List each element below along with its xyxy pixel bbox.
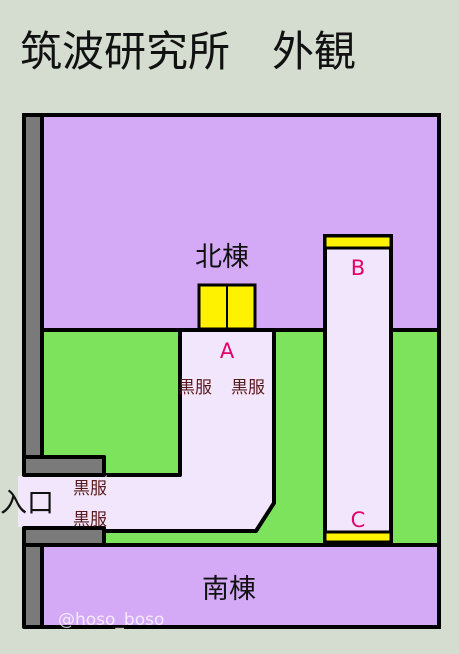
watermark: @hoso_boso xyxy=(58,610,164,630)
door-b xyxy=(323,234,393,250)
bc-corridor xyxy=(323,234,393,544)
entrance-label: 入口 xyxy=(0,488,54,519)
point-c-label: C xyxy=(351,508,366,532)
guard-label: 黒服 xyxy=(73,479,107,499)
north-building-label: 北棟 xyxy=(195,242,249,273)
point-b-label: B xyxy=(351,256,365,280)
door-c xyxy=(323,530,393,544)
point-a-label: A xyxy=(220,339,235,363)
facility-map: 筑波研究所 外観 北棟 南棟 入口 A B C 黒服 黒服 黒服 黒服 @hos… xyxy=(0,27,441,630)
guard-label: 黒服 xyxy=(178,378,212,398)
guard-label: 黒服 xyxy=(231,378,265,398)
south-building-label: 南棟 xyxy=(202,574,256,605)
guard-label: 黒服 xyxy=(73,510,107,530)
page-title: 筑波研究所 外観 xyxy=(20,27,356,76)
facility-diagram: 筑波研究所 外観 北棟 南棟 入口 A B C 黒服 黒服 黒服 黒服 @hos… xyxy=(0,0,459,650)
